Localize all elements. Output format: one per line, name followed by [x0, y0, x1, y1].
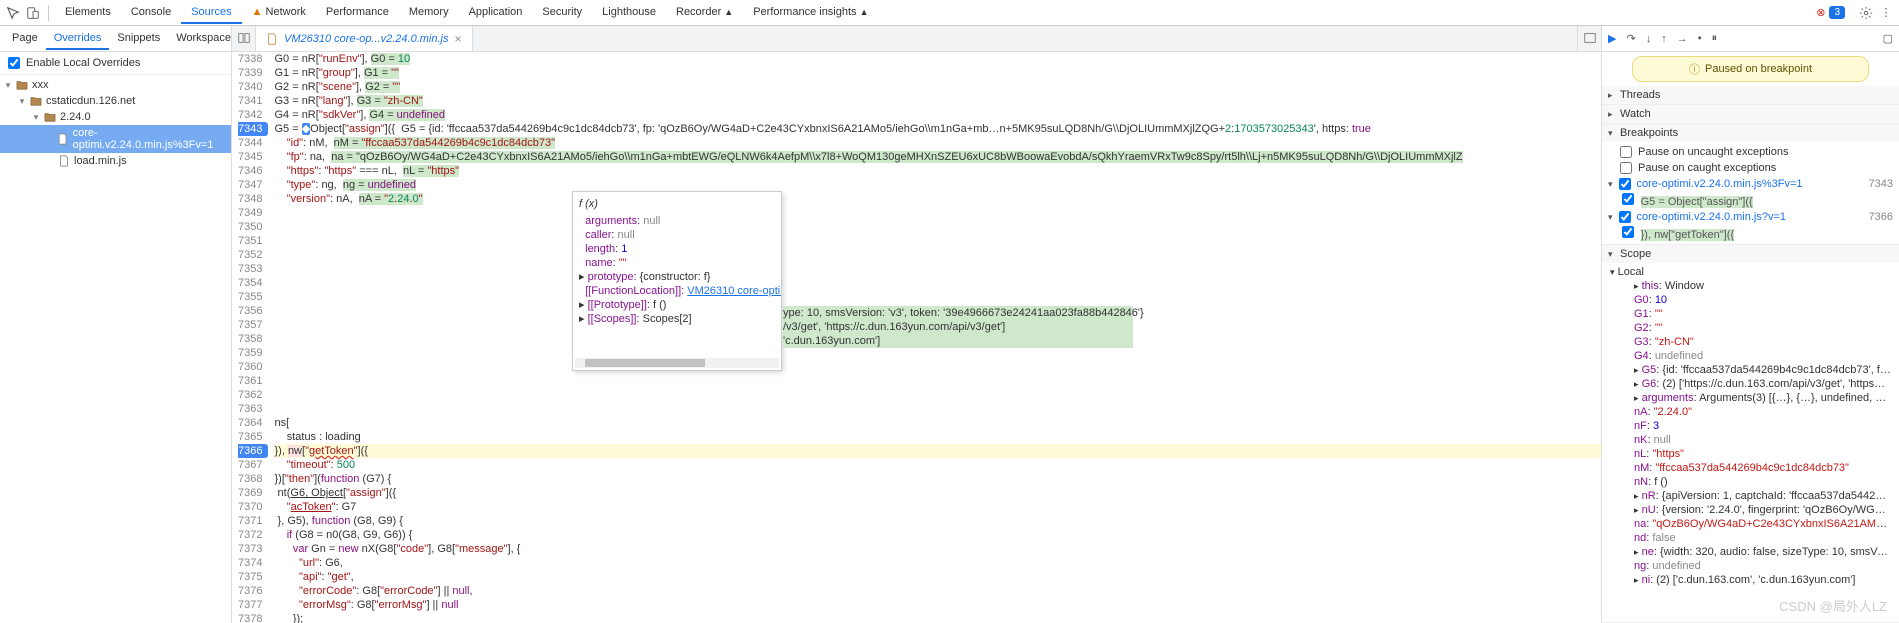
paused-label: Paused on breakpoint	[1705, 63, 1812, 75]
line-gutter: 7338733973407341734273437344734573467347…	[232, 52, 268, 623]
collapse-icon[interactable]: ▢	[1883, 32, 1893, 45]
navigator-tabs: PageOverridesSnippetsWorkspace » ⊘	[0, 26, 231, 52]
tree-node[interactable]: ▾cstaticdun.126.net	[0, 93, 231, 109]
tree-node[interactable]: ▾xxx	[0, 77, 231, 93]
popup-property: ▸ [[Prototype]]: f ()	[579, 298, 775, 312]
panel-tab-lighthouse[interactable]: Lighthouse	[592, 2, 666, 24]
scope-variable[interactable]: nK: null	[1610, 433, 1891, 447]
device-icon[interactable]	[24, 4, 42, 22]
navigator-tab-snippets[interactable]: Snippets	[109, 28, 168, 50]
threads-section[interactable]: ▸Threads	[1602, 86, 1899, 104]
panel-tab-recorder[interactable]: Recorder ▲	[666, 2, 743, 24]
file-tab[interactable]: VM26310 core-op...v2.24.0.min.js×	[256, 27, 473, 51]
navigator-tab-page[interactable]: Page	[4, 28, 46, 50]
scope-variable[interactable]: nF: 3	[1610, 419, 1891, 433]
debugger-panel: ▶ ↷ ↓ ↑ → ⬩ ⏸ ▢ ⓘ Paused on breakpoint ▸…	[1601, 26, 1899, 623]
popup-property: name: ""	[579, 256, 775, 270]
tree-node[interactable]: ▾2.24.0	[0, 109, 231, 125]
tree-node[interactable]: load.min.js	[0, 153, 231, 169]
scope-variable[interactable]: ▸ G5: {id: 'ffccaa537da544269b4c9c1dc84d…	[1610, 363, 1891, 377]
scope-variable[interactable]: ▸ ne: {width: 320, audio: false, sizeTyp…	[1610, 545, 1891, 559]
step-icon[interactable]: →	[1677, 33, 1688, 45]
scope-variable[interactable]: ng: undefined	[1610, 559, 1891, 573]
scope-variable[interactable]: G4: undefined	[1610, 349, 1891, 363]
scope-local-header[interactable]: ▾ Local	[1610, 265, 1891, 279]
scope-variable[interactable]: ▸ G6: (2) ['https://c.dun.163.com/api/v3…	[1610, 377, 1891, 391]
scope-variable[interactable]: G0: 10	[1610, 293, 1891, 307]
panel-tab-security[interactable]: Security	[532, 2, 592, 24]
navigator-panel: PageOverridesSnippetsWorkspace » ⊘ Enabl…	[0, 26, 232, 623]
scope-variable[interactable]: ▸ nU: {version: '2.24.0', fingerprint: '…	[1610, 503, 1891, 517]
popup-property: [[FunctionLocation]]: VM26310 core-optim…	[579, 284, 775, 298]
scope-variable[interactable]: nM: "ffccaa537da544269b4c9c1dc84dcb73"	[1610, 461, 1891, 475]
popup-property: ▸ [[Scopes]]: Scopes[2]	[579, 312, 775, 326]
close-icon[interactable]: ×	[454, 32, 461, 46]
scope-variable[interactable]: G2: ""	[1610, 321, 1891, 335]
scope-variable[interactable]: G3: "zh-CN"	[1610, 335, 1891, 349]
popup-scrollbar[interactable]	[575, 358, 779, 368]
breakpoint-row[interactable]: ▾core-optimi.v2.24.0.min.js?v=17366	[1602, 209, 1899, 225]
info-icon: ⓘ	[1689, 61, 1700, 77]
popup-property: ▸ prototype: {constructor: f}	[579, 270, 775, 284]
breakpoints-section[interactable]: ▾Breakpoints	[1602, 124, 1899, 142]
popup-property: caller: null	[579, 228, 775, 242]
scope-variable[interactable]: G1: ""	[1610, 307, 1891, 321]
panel-tab-performance-insights[interactable]: Performance insights ▲	[743, 2, 878, 24]
debug-toolbar: ▶ ↷ ↓ ↑ → ⬩ ⏸ ▢	[1602, 26, 1899, 52]
popup-property: length: 1	[579, 242, 775, 256]
enable-overrides-label: Enable Local Overrides	[26, 57, 140, 69]
watch-section[interactable]: ▸Watch	[1602, 105, 1899, 123]
pause-uncaught-row[interactable]: Pause on uncaught exceptions	[1602, 144, 1899, 160]
enable-overrides-checkbox[interactable]	[8, 57, 20, 69]
breakpoint-code: G5 = Object["assign"]({	[1602, 192, 1899, 209]
scope-variable[interactable]: ▸ nR: {apiVersion: 1, captchaId: 'ffccaa…	[1610, 489, 1891, 503]
inspect-icon[interactable]	[4, 4, 22, 22]
scope-variable[interactable]: nL: "https"	[1610, 447, 1891, 461]
scope-section[interactable]: ▾Scope	[1602, 245, 1899, 263]
file-tree: ▾xxx▾cstaticdun.126.net▾2.24.0core-optim…	[0, 75, 231, 171]
resume-icon[interactable]: ▶	[1608, 32, 1616, 45]
deactivate-bp-icon[interactable]: ⬩	[1698, 32, 1702, 45]
panel-tab-console[interactable]: Console	[121, 2, 181, 24]
panel-tabs: ElementsConsoleSources▲ NetworkPerforman…	[55, 2, 879, 24]
scope-variable[interactable]: nN: f ()	[1610, 475, 1891, 489]
panel-tab-memory[interactable]: Memory	[399, 2, 459, 24]
scope-variable[interactable]: nA: "2.24.0"	[1610, 405, 1891, 419]
object-preview-popup: f (x) arguments: null caller: null lengt…	[572, 191, 782, 371]
popup-header: f (x)	[579, 198, 775, 210]
editor-panel: core-optimi.v2....0.min.js%3Fv=1×VM26310…	[232, 26, 1601, 623]
paused-banner: ⓘ Paused on breakpoint	[1632, 56, 1869, 82]
navigator-tab-overrides[interactable]: Overrides	[46, 28, 110, 50]
panel-tab-elements[interactable]: Elements	[55, 2, 121, 24]
history-nav-icon[interactable]	[232, 26, 256, 51]
toggle-wrap-icon[interactable]	[1577, 26, 1601, 51]
tree-node[interactable]: core-optimi.v2.24.0.min.js%3Fv=1	[0, 125, 231, 153]
settings-icon[interactable]	[1857, 4, 1875, 22]
enable-overrides-row[interactable]: Enable Local Overrides	[0, 52, 231, 75]
panel-tab-network[interactable]: ▲ Network	[242, 2, 316, 24]
panel-tab-performance[interactable]: Performance	[316, 2, 399, 24]
step-into-icon[interactable]: ↓	[1646, 33, 1652, 45]
scope-variable[interactable]: nd: false	[1610, 531, 1891, 545]
panel-tab-sources[interactable]: Sources	[181, 2, 241, 24]
step-out-icon[interactable]: ↑	[1661, 33, 1667, 45]
panel-tab-application[interactable]: Application	[459, 2, 533, 24]
scope-variable[interactable]: ▸ this: Window	[1610, 279, 1891, 293]
devtools-toolbar: ElementsConsoleSources▲ NetworkPerforman…	[0, 0, 1899, 26]
scope-variable[interactable]: ▸ ni: (2) ['c.dun.163.com', 'c.dun.163yu…	[1610, 573, 1891, 587]
scope-variable[interactable]: ▸ arguments: Arguments(3) [{…}, {…}, und…	[1610, 391, 1891, 405]
inline-value-overlay: ype: 10, smsVersion: 'v3', token: '39e49…	[783, 306, 1133, 348]
file-tabs: core-optimi.v2....0.min.js%3Fv=1×VM26310…	[232, 26, 1601, 52]
more-icon[interactable]: ⋮	[1877, 4, 1895, 22]
pause-exc-icon[interactable]: ⏸	[1712, 32, 1718, 45]
breakpoint-row[interactable]: ▾core-optimi.v2.24.0.min.js%3Fv=17343	[1602, 176, 1899, 192]
popup-property: arguments: null	[579, 214, 775, 228]
navigator-tab-workspace[interactable]: Workspace	[168, 28, 239, 50]
scope-variable[interactable]: na: "qOzB6Oy/WG4aD+C2e43CYxbnxIS6A21AMo5…	[1610, 517, 1891, 531]
errors-badge[interactable]: ⊗3	[1816, 6, 1845, 19]
pause-caught-row[interactable]: Pause on caught exceptions	[1602, 160, 1899, 176]
breakpoint-code: }), nw["getToken"]({	[1602, 225, 1899, 242]
step-over-icon[interactable]: ↷	[1626, 32, 1635, 45]
